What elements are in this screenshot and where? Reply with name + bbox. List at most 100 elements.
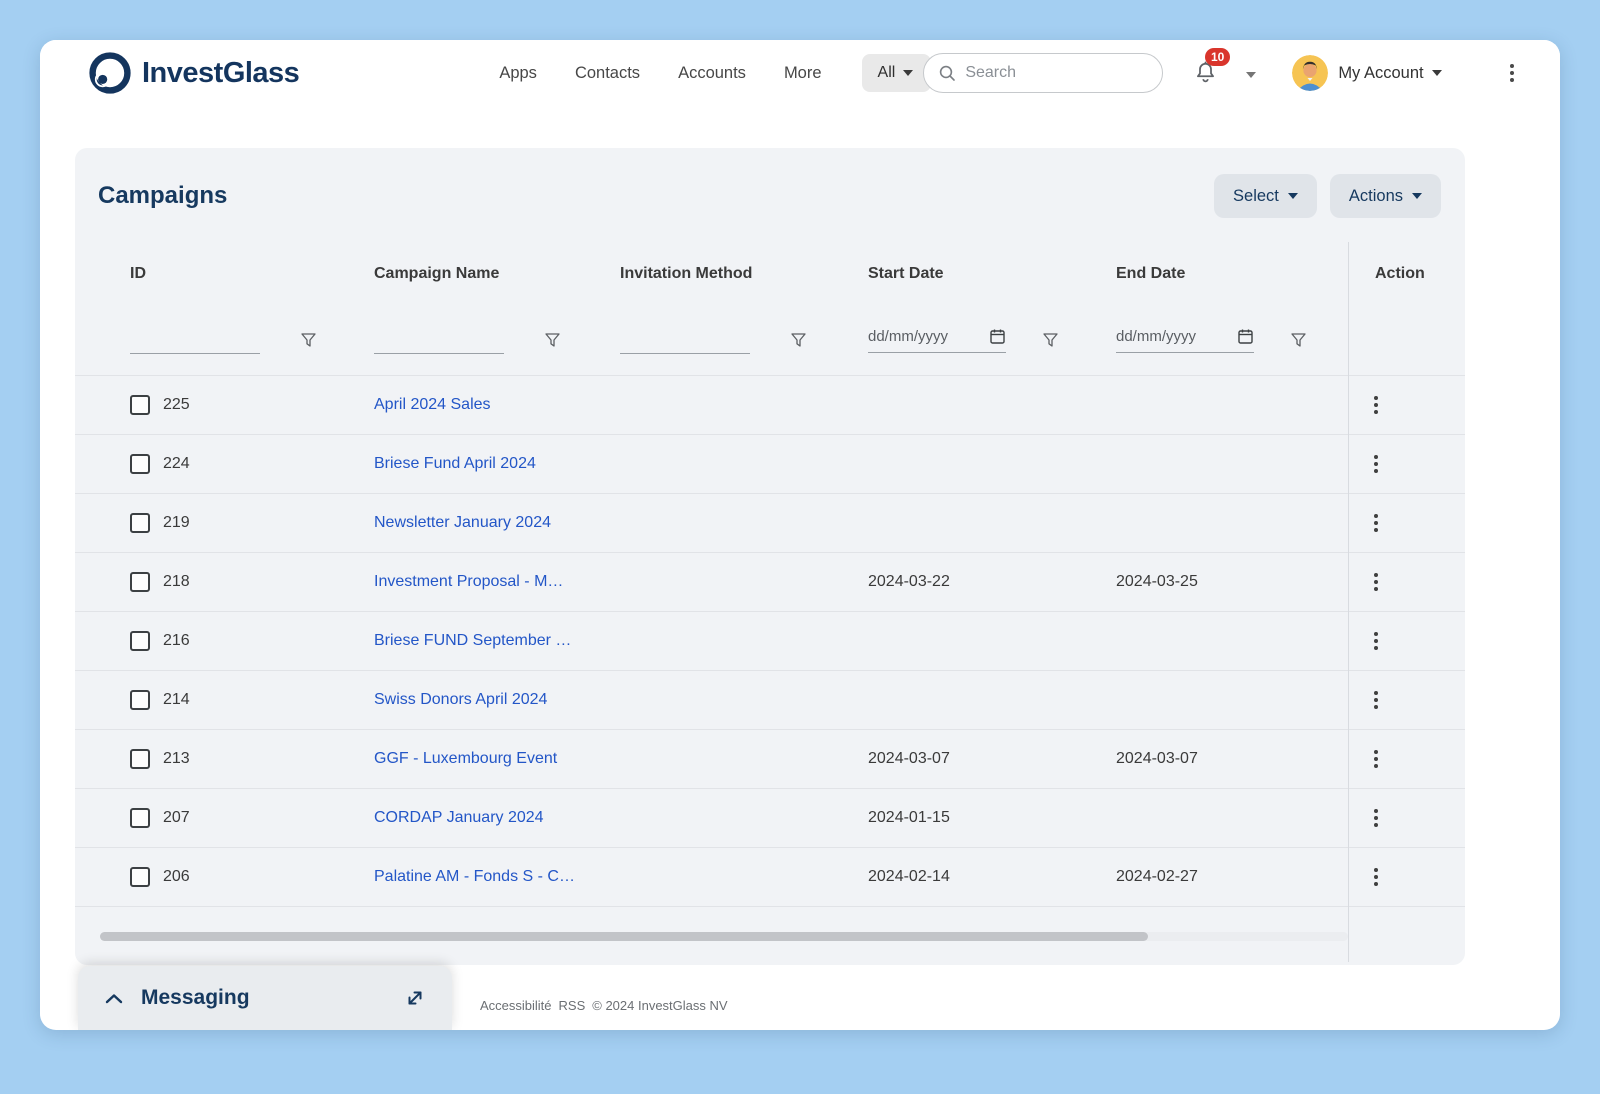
row-checkbox[interactable] (130, 513, 150, 533)
search-scope-dropdown[interactable]: All (862, 54, 932, 92)
notifications-button[interactable]: 10 (1193, 59, 1218, 88)
start-date-filter-input[interactable]: dd/mm/yyyy (868, 328, 1006, 353)
campaign-id: 219 (163, 514, 190, 532)
row-checkbox[interactable] (130, 395, 150, 415)
invitation-filter-input[interactable] (620, 328, 750, 354)
funnel-icon (300, 332, 317, 349)
campaign-name-link[interactable]: CORDAP January 2024 (374, 809, 544, 826)
campaign-name-link[interactable]: Newsletter January 2024 (374, 514, 551, 531)
row-actions-menu-button[interactable] (1368, 744, 1384, 774)
overflow-menu-button[interactable] (1506, 60, 1518, 86)
messaging-expand-button[interactable] (404, 987, 426, 1009)
row-checkbox[interactable] (130, 631, 150, 651)
my-account-label: My Account (1338, 64, 1423, 83)
start-date-filter-button[interactable] (1042, 332, 1059, 349)
campaign-name-link[interactable]: GGF - Luxembourg Event (374, 750, 557, 767)
campaign-name-link[interactable]: Swiss Donors April 2024 (374, 691, 547, 708)
row-actions-menu-button[interactable] (1368, 626, 1384, 656)
campaigns-panel: Campaigns Select Actions ID Campaign Nam… (75, 148, 1465, 965)
column-header-invitation: Invitation Method (620, 265, 868, 283)
notifications-dropdown-button[interactable] (1246, 66, 1256, 81)
chevron-down-icon (1246, 72, 1256, 78)
action-column-divider (1348, 242, 1349, 962)
brand[interactable]: InvestGlass (88, 51, 299, 95)
table-row: 224 Briese Fund April 2024 (75, 435, 1465, 494)
campaign-id: 213 (163, 750, 190, 768)
date-placeholder: dd/mm/yyyy (1116, 328, 1196, 345)
footer-link-rss[interactable]: RSS (559, 998, 586, 1013)
table-row: 214 Swiss Donors April 2024 (75, 671, 1465, 730)
row-actions-menu-button[interactable] (1368, 567, 1384, 597)
campaign-name-link[interactable]: Palatine AM - Fonds S - C… (374, 868, 575, 885)
nav-more[interactable]: More (784, 64, 822, 83)
search-group: All (862, 53, 1164, 93)
id-filter-button[interactable] (300, 332, 317, 349)
campaign-id: 218 (163, 573, 190, 591)
row-checkbox[interactable] (130, 808, 150, 828)
funnel-icon (790, 332, 807, 349)
row-actions-menu-button[interactable] (1368, 390, 1384, 420)
row-checkbox[interactable] (130, 454, 150, 474)
start-date-value: 2024-03-22 (868, 573, 1116, 591)
campaign-table-body: 225 April 2024 Sales 224 Briese Fund Apr… (75, 376, 1465, 907)
scrollbar-thumb[interactable] (100, 932, 1148, 941)
end-date-filter-button[interactable] (1290, 332, 1307, 349)
end-date-value: 2024-03-25 (1116, 573, 1348, 591)
search-input[interactable] (965, 64, 1135, 82)
row-actions-menu-button[interactable] (1368, 508, 1384, 538)
chevron-up-icon (104, 992, 124, 1005)
messaging-title: Messaging (141, 986, 250, 1010)
table-row: 225 April 2024 Sales (75, 376, 1465, 435)
table-row: 213 GGF - Luxembourg Event 2024-03-07 20… (75, 730, 1465, 789)
row-actions-menu-button[interactable] (1368, 862, 1384, 892)
invitation-filter-button[interactable] (790, 332, 807, 349)
search-icon (938, 64, 956, 82)
column-header-name: Campaign Name (374, 265, 620, 283)
date-placeholder: dd/mm/yyyy (868, 328, 948, 345)
campaign-name-link[interactable]: April 2024 Sales (374, 396, 491, 413)
name-filter-input[interactable] (374, 328, 504, 354)
search-box[interactable] (923, 53, 1163, 93)
funnel-icon (1042, 332, 1059, 349)
table-row: 207 CORDAP January 2024 2024-01-15 (75, 789, 1465, 848)
top-navbar: InvestGlass Apps Contacts Accounts More … (40, 40, 1560, 106)
campaign-name-link[interactable]: Briese Fund April 2024 (374, 455, 536, 472)
messaging-panel[interactable]: Messaging (78, 966, 452, 1030)
table-row: 218 Investment Proposal - M… 2024-03-22 … (75, 553, 1465, 612)
column-header-id: ID (130, 265, 374, 283)
end-date-value: 2024-02-27 (1116, 868, 1348, 886)
app-window: InvestGlass Apps Contacts Accounts More … (40, 40, 1560, 1030)
campaign-id: 225 (163, 396, 190, 414)
main-nav: Apps Contacts Accounts More (499, 64, 821, 83)
row-checkbox[interactable] (130, 749, 150, 769)
row-checkbox[interactable] (130, 572, 150, 592)
horizontal-scrollbar[interactable] (100, 932, 1348, 941)
actions-dropdown-button[interactable]: Actions (1330, 174, 1441, 218)
row-actions-menu-button[interactable] (1368, 803, 1384, 833)
footer-copyright: © 2024 InvestGlass NV (592, 998, 727, 1013)
start-date-value: 2024-01-15 (868, 809, 1116, 827)
campaign-name-link[interactable]: Briese FUND September … (374, 632, 571, 649)
id-filter-input[interactable] (130, 328, 260, 354)
nav-accounts[interactable]: Accounts (678, 64, 746, 83)
column-header-end: End Date (1116, 265, 1348, 283)
nav-apps[interactable]: Apps (499, 64, 537, 83)
end-date-value: 2024-03-07 (1116, 750, 1348, 768)
row-actions-menu-button[interactable] (1368, 685, 1384, 715)
row-checkbox[interactable] (130, 690, 150, 710)
select-dropdown-button[interactable]: Select (1214, 174, 1317, 218)
table-row: 219 Newsletter January 2024 (75, 494, 1465, 553)
row-checkbox[interactable] (130, 867, 150, 887)
campaign-id: 207 (163, 809, 190, 827)
end-date-filter-input[interactable]: dd/mm/yyyy (1116, 328, 1254, 353)
name-filter-button[interactable] (544, 332, 561, 349)
my-account-dropdown[interactable]: My Account (1338, 64, 1441, 83)
campaign-name-link[interactable]: Investment Proposal - M… (374, 573, 563, 590)
footer-link-accessibility[interactable]: Accessibilité (480, 998, 552, 1013)
funnel-icon (544, 332, 561, 349)
avatar[interactable] (1292, 55, 1328, 91)
nav-contacts[interactable]: Contacts (575, 64, 640, 83)
row-actions-menu-button[interactable] (1368, 449, 1384, 479)
column-header-start: Start Date (868, 265, 1116, 283)
campaign-id: 214 (163, 691, 190, 709)
